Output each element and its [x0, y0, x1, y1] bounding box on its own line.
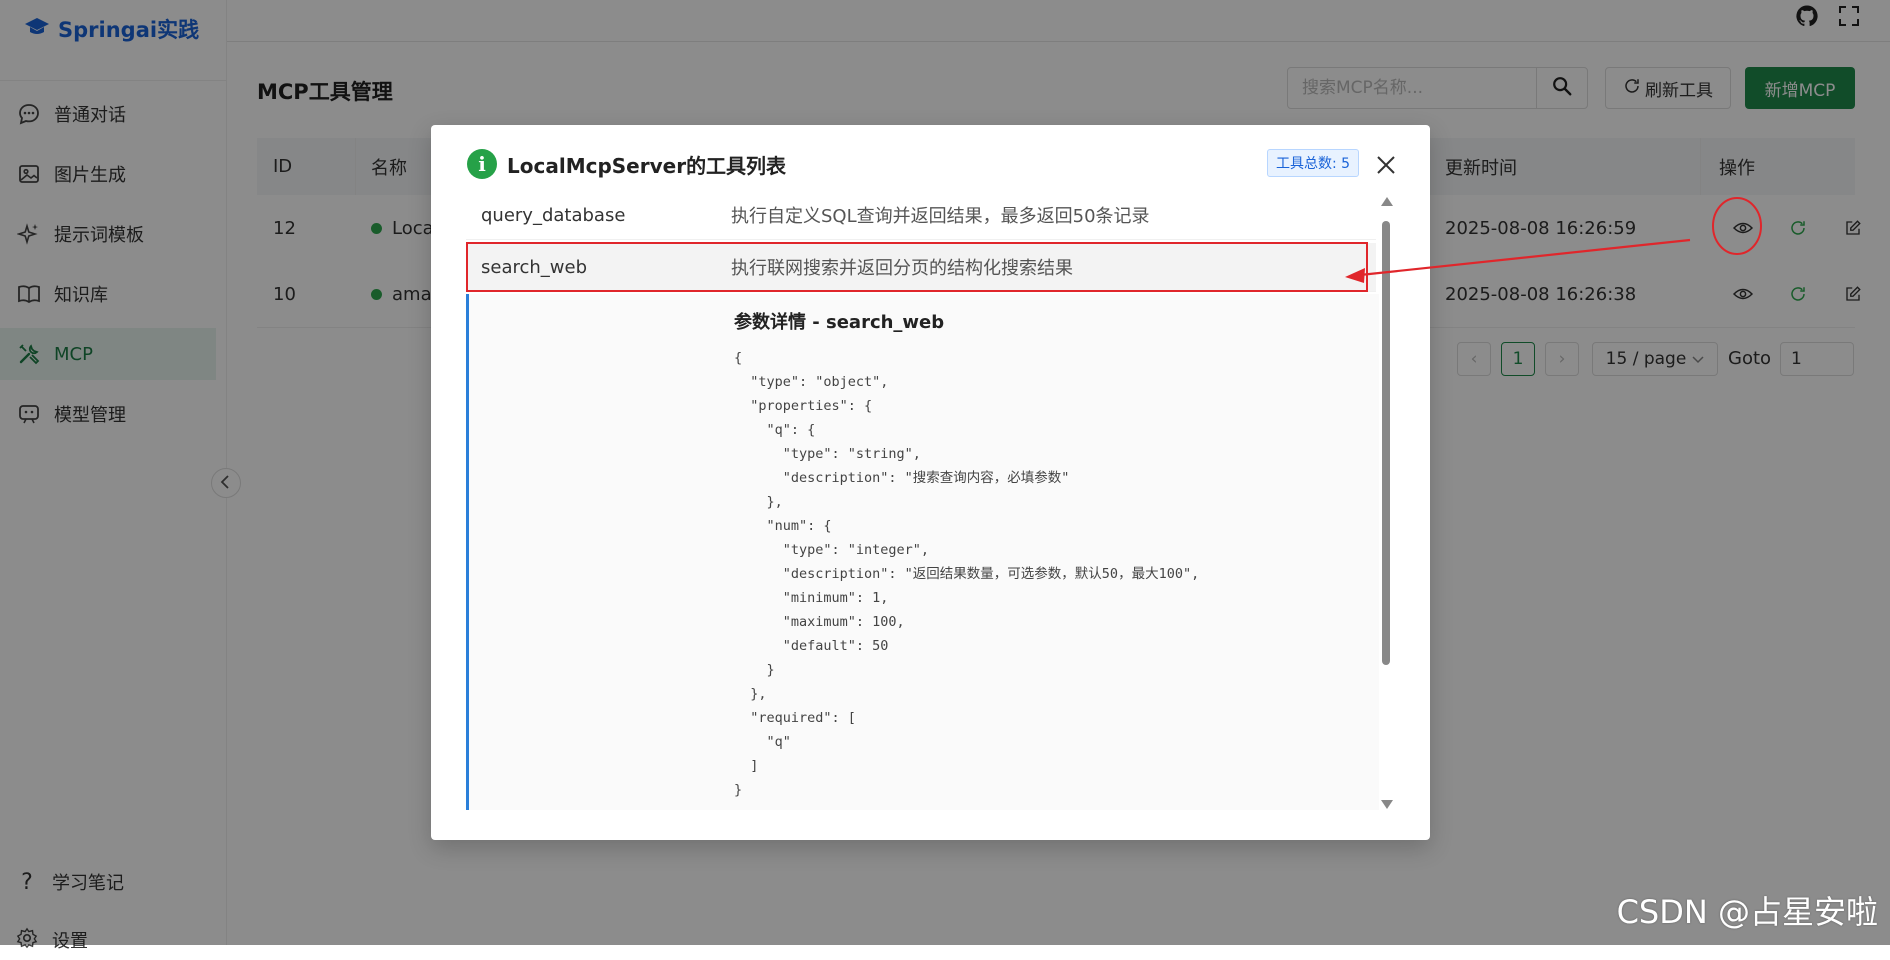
info-icon: i	[467, 149, 497, 179]
tool-count-badge: 工具总数: 5	[1267, 149, 1360, 177]
tool-name: query_database	[481, 204, 626, 226]
scroll-thumb[interactable]	[1382, 221, 1390, 665]
tool-list-modal: i LocalMcpServer的工具列表 工具总数: 5 query_data…	[431, 125, 1430, 840]
close-icon[interactable]	[1372, 151, 1400, 179]
modal-title: i LocalMcpServer的工具列表	[467, 149, 786, 179]
modal-scrollbar[interactable]	[1378, 197, 1394, 809]
annotation-highlight-box	[466, 242, 1368, 292]
app-root: Springai实践 普通对话 图片生成 提示词模板 知识库 MCP 模型管理 …	[0, 0, 1890, 952]
parameter-json: { "type": "object", "properties": { "q":…	[734, 350, 1200, 798]
scroll-up-arrow-icon[interactable]	[1381, 197, 1393, 206]
modal-title-text: LocalMcpServer的工具列表	[507, 153, 787, 178]
tool-description: 执行自定义SQL查询并返回结果，最多返回50条记录	[731, 206, 1150, 227]
watermark: CSDN @占星安啦	[1616, 893, 1878, 931]
tool-list: query_database 执行自定义SQL查询并返回结果，最多返回50条记录…	[466, 191, 1400, 810]
parameter-detail-panel: 参数详情 - search_web { "type": "object", "p…	[466, 294, 1379, 810]
detail-title: 参数详情 - search_web	[734, 312, 945, 333]
scroll-down-arrow-icon[interactable]	[1381, 800, 1393, 809]
tool-row-query-database[interactable]: query_database 执行自定义SQL查询并返回结果，最多返回50条记录	[466, 191, 1376, 240]
